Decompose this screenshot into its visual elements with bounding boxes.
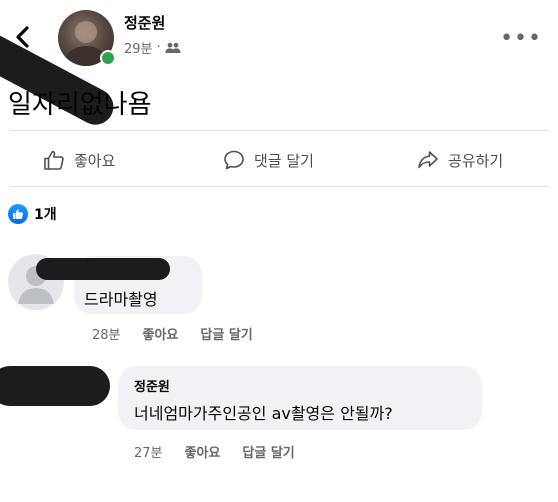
like-reaction-icon <box>8 204 28 224</box>
reaction-summary[interactable]: 1개 <box>8 204 57 224</box>
like-label: 좋아요 <box>74 151 116 170</box>
post-meta: 29분 · <box>124 38 181 57</box>
online-status-dot <box>100 50 116 66</box>
thumbs-up-icon <box>44 150 64 170</box>
comment-meta: 27분 좋아요 답글 달기 <box>134 442 295 461</box>
comment-author-name[interactable]: 정준원 <box>134 376 170 395</box>
post-text: 일자리없나욤 <box>8 90 152 120</box>
redaction-bar <box>0 366 110 406</box>
comment-text: 너네엄마가주인공인 av촬영은 안될까? <box>134 404 393 423</box>
share-button[interactable]: 공유하기 <box>416 146 503 174</box>
more-options-button[interactable]: ••• <box>500 26 542 51</box>
comment-time: 28분 <box>92 328 121 343</box>
post-author-name[interactable]: 정준원 <box>124 12 165 33</box>
friends-icon <box>165 42 181 53</box>
comment-reply-button[interactable]: 답글 달기 <box>200 324 252 343</box>
reaction-count: 1개 <box>34 207 57 223</box>
comment-meta: 28분 좋아요 답글 달기 <box>92 324 253 343</box>
comment-text: 드라마촬영 <box>84 290 158 309</box>
share-arrow-icon <box>418 151 438 169</box>
comment-time: 27분 <box>134 446 163 461</box>
comment-label: 댓글 달기 <box>254 151 314 170</box>
meta-separator: · <box>156 40 161 55</box>
like-button[interactable]: 좋아요 <box>42 146 115 174</box>
speech-bubble-icon <box>224 150 244 170</box>
share-label: 공유하기 <box>448 151 504 170</box>
comment-reply-button[interactable]: 답글 달기 <box>242 442 294 461</box>
divider <box>10 186 548 187</box>
comment-like-button[interactable]: 좋아요 <box>185 442 221 461</box>
comment-button[interactable]: 댓글 달기 <box>222 146 314 174</box>
comment-like-button[interactable]: 좋아요 <box>143 324 179 343</box>
divider <box>10 130 548 131</box>
redaction-bar <box>36 258 170 280</box>
post-time[interactable]: 29분 <box>124 38 153 57</box>
